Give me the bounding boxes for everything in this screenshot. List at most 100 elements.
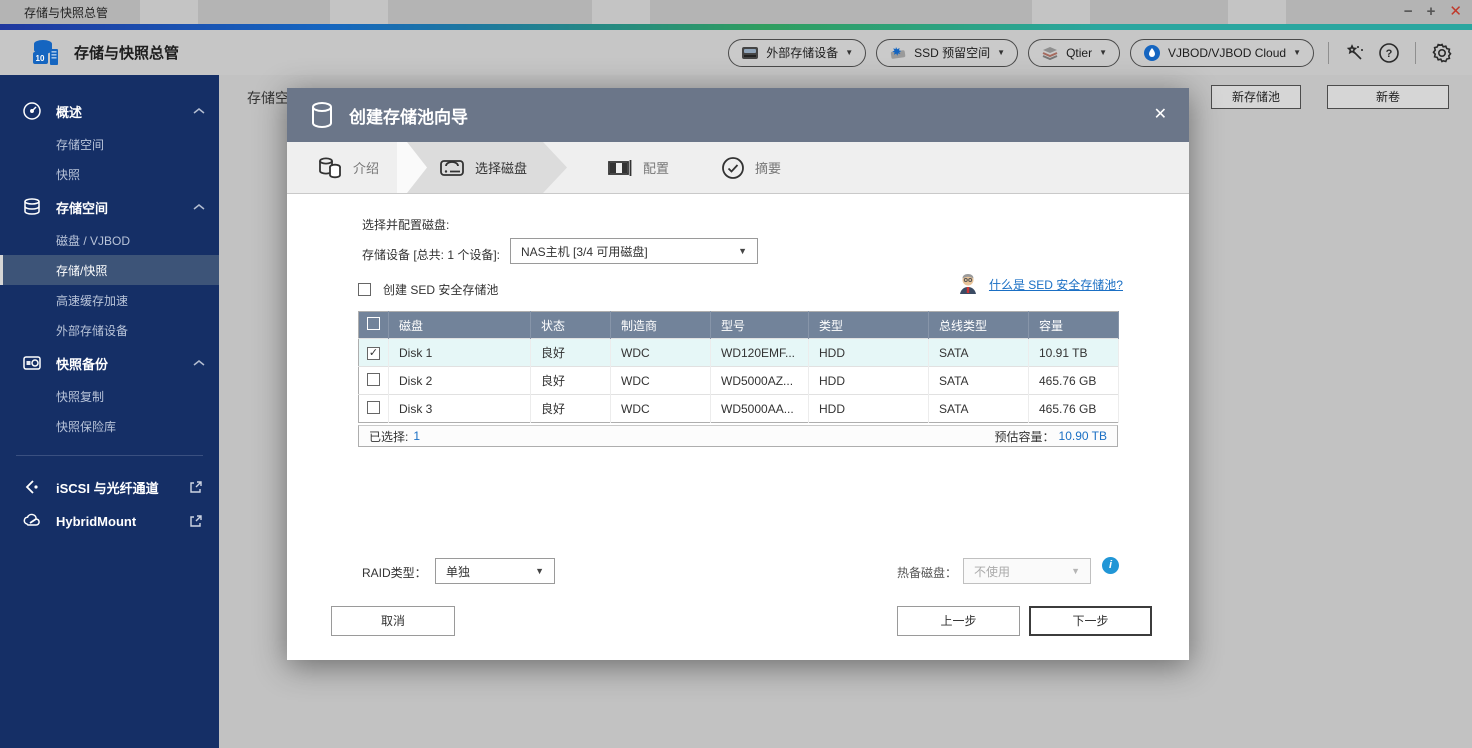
sed-pool-checkbox[interactable] [358, 283, 371, 296]
step-summary: 摘要 [687, 142, 799, 193]
sidebar-item-snapshot[interactable]: 快照 [0, 159, 219, 189]
svg-text:?: ? [1386, 48, 1393, 60]
table-footer: 已选择: 1 预估容量： 10.90 TB [358, 425, 1118, 447]
app-header: 10 存储与快照总管 外部存储设备 ▼ SSD 预留空间 ▼ Qti [0, 30, 1472, 75]
cell-model: WD5000AZ... [711, 367, 809, 395]
col-disk: 磁盘 [389, 312, 531, 339]
step-label: 介绍 [353, 158, 379, 177]
desktop-icon-ghost [330, 0, 388, 24]
sidebar-item-label: 高速缓存加速 [56, 292, 128, 309]
wizard-header: 创建存储池向导 ✕ [287, 88, 1189, 142]
col-status: 状态 [531, 312, 611, 339]
storage-disks-icon [22, 197, 44, 217]
cell-model: WD5000AA... [711, 395, 809, 423]
magic-wand-icon[interactable] [1343, 41, 1367, 65]
sidebar-group-overview[interactable]: 概述 [0, 93, 219, 129]
sidebar-item-disks-vjbod[interactable]: 磁盘 / VJBOD [0, 225, 219, 255]
storage-snapshots-app-icon: 10 [30, 37, 62, 69]
chevron-down-icon: ▼ [1099, 48, 1107, 57]
sidebar-item-snapshot-replica[interactable]: 快照复制 [0, 381, 219, 411]
cell-bus: SATA [929, 339, 1029, 367]
sidebar-item-snapshot-vault[interactable]: 快照保险库 [0, 411, 219, 441]
hot-spare-value: 不使用 [974, 563, 1010, 580]
sidebar-link-hybridmount[interactable]: HybridMount [0, 504, 219, 538]
vjbod-cloud-icon [1143, 44, 1161, 62]
ssd-overprovisioning-button[interactable]: SSD 预留空间 ▼ [876, 39, 1018, 67]
disk1-checkbox-checked[interactable]: ✓ [367, 347, 380, 360]
sidebar-link-label: HybridMount [56, 514, 136, 529]
chevron-up-icon [193, 107, 205, 115]
cancel-button[interactable]: 取消 [331, 606, 455, 636]
chevron-down-icon: ▼ [845, 48, 853, 57]
cell-status: 良好 [531, 339, 611, 367]
storage-pool-cylinder-icon [309, 101, 335, 129]
disk-table: 磁盘 状态 制造商 型号 类型 总线类型 容量 ✓ Disk 1 良好 WDC … [358, 311, 1119, 423]
storage-device-label: 存储设备 [总共: 1 个设备]: [362, 246, 500, 263]
next-button[interactable]: 下一步 [1029, 606, 1152, 636]
select-all-checkbox[interactable] [367, 317, 380, 330]
external-storage-label: 外部存储设备 [766, 44, 838, 61]
create-storage-pool-wizard-dialog: 创建存储池向导 ✕ 介绍 选择磁盘 配置 摘要 [287, 88, 1189, 660]
cell-type: HDD [809, 395, 929, 423]
info-icon[interactable]: i [1102, 557, 1119, 574]
chevron-down-icon: ▼ [738, 246, 747, 256]
external-drive-icon [741, 46, 759, 60]
page-title: 存储空 [247, 88, 289, 108]
previous-button[interactable]: 上一步 [897, 606, 1020, 636]
fibre-channel-icon [22, 477, 44, 497]
raid-type-select[interactable]: 单独 ▼ [435, 558, 555, 584]
gear-icon[interactable] [1430, 41, 1454, 65]
summary-check-icon [721, 156, 745, 180]
table-row-disk1[interactable]: ✓ Disk 1 良好 WDC WD120EMF... HDD SATA 10.… [359, 339, 1119, 367]
external-storage-button[interactable]: 外部存储设备 ▼ [728, 39, 866, 67]
disk2-checkbox[interactable] [367, 373, 380, 386]
table-row-disk3[interactable]: Disk 3 良好 WDC WD5000AA... HDD SATA 465.7… [359, 395, 1119, 423]
cell-disk: Disk 2 [389, 367, 531, 395]
help-icon[interactable]: ? [1377, 41, 1401, 65]
disk3-checkbox[interactable] [367, 401, 380, 414]
sed-help-link[interactable]: 什么是 SED 安全存储池? [989, 276, 1123, 293]
sidebar-group-snapshot-backup[interactable]: 快照备份 [0, 345, 219, 381]
sidebar-group-label: 存储空间 [56, 198, 108, 217]
maximize-icon[interactable]: + [1427, 0, 1436, 24]
cell-status: 良好 [531, 367, 611, 395]
new-storage-pool-button[interactable]: 新存储池 [1211, 85, 1301, 109]
sed-pool-label: 创建 SED 安全存储池 [383, 281, 498, 298]
minimize-icon[interactable]: − [1404, 0, 1413, 24]
cell-disk: Disk 3 [389, 395, 531, 423]
config-bar-icon [607, 158, 633, 178]
col-model: 型号 [711, 312, 809, 339]
new-volume-button[interactable]: 新卷 [1327, 85, 1449, 109]
qtier-button[interactable]: Qtier ▼ [1028, 39, 1120, 67]
chevron-up-icon [193, 203, 205, 211]
sidebar-link-iscsi-fc[interactable]: iSCSI 与光纤通道 [0, 470, 219, 504]
sidebar-item-storage-snapshots[interactable]: 存储/快照 [0, 255, 219, 285]
close-window-icon[interactable]: ✕ [1449, 0, 1462, 24]
sidebar-item-cache-acceleration[interactable]: 高速缓存加速 [0, 285, 219, 315]
chevron-down-icon: ▼ [1293, 48, 1301, 57]
col-capacity: 容量 [1029, 312, 1119, 339]
sidebar-group-label: 概述 [56, 102, 82, 121]
sidebar-link-label: iSCSI 与光纤通道 [56, 478, 159, 497]
close-dialog-icon[interactable]: ✕ [1154, 107, 1167, 123]
vjbod-cloud-button[interactable]: VJBOD/VJBOD Cloud ▼ [1130, 39, 1314, 67]
chevron-down-icon: ▼ [535, 566, 544, 576]
sidebar-group-storage[interactable]: 存储空间 [0, 189, 219, 225]
step-label: 选择磁盘 [475, 158, 527, 177]
chevron-down-icon: ▼ [1071, 566, 1080, 576]
sidebar-item-storage-space[interactable]: 存储空间 [0, 129, 219, 159]
window-title: 存储与快照总管 [24, 4, 108, 21]
table-row-disk2[interactable]: Disk 2 良好 WDC WD5000AZ... HDD SATA 465.7… [359, 367, 1119, 395]
sidebar-item-external-storage[interactable]: 外部存储设备 [0, 315, 219, 345]
selected-label: 已选择: [369, 428, 408, 445]
selected-count: 1 [413, 429, 420, 443]
disk-table-header-row: 磁盘 状态 制造商 型号 类型 总线类型 容量 [359, 312, 1119, 339]
qtier-label: Qtier [1066, 46, 1092, 60]
cell-capacity: 465.76 GB [1029, 395, 1119, 423]
step-label: 摘要 [755, 158, 781, 177]
wizard-body: 选择并配置磁盘: 存储设备 [总共: 1 个设备]: NAS主机 [3/4 可用… [287, 194, 1189, 659]
storage-device-select[interactable]: NAS主机 [3/4 可用磁盘] ▼ [510, 238, 758, 264]
header-separator [1415, 42, 1416, 64]
sidebar-item-label: 快照保险库 [56, 418, 116, 435]
cell-capacity: 465.76 GB [1029, 367, 1119, 395]
